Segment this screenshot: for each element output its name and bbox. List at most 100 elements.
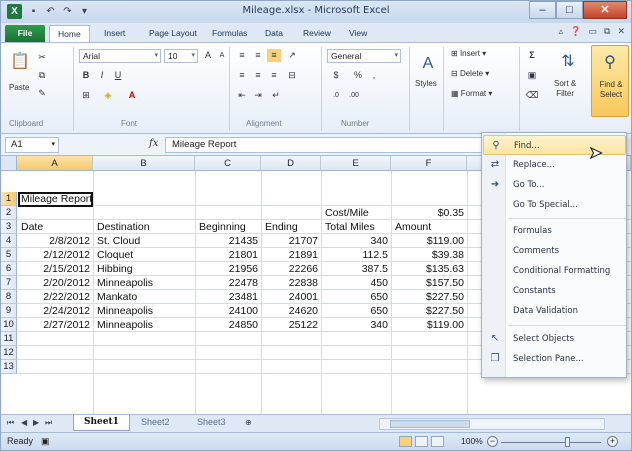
autosum-icon[interactable]: Σ (525, 49, 539, 62)
sort-filter-button[interactable]: Sort & Filter (554, 79, 576, 99)
last-sheet-icon[interactable]: ⏭ (45, 418, 52, 428)
maximize-button[interactable]: □ (556, 1, 583, 19)
align-bottom-icon[interactable]: ≡ (267, 49, 281, 62)
table-cell[interactable]: 112.5 (322, 248, 391, 262)
align-top-icon[interactable]: ≡ (235, 49, 249, 62)
bold-icon[interactable]: B (79, 69, 93, 82)
percent-icon[interactable]: % (351, 69, 365, 82)
name-box[interactable]: A1 ▾ (5, 137, 59, 153)
header-date[interactable]: Date (18, 220, 43, 234)
table-cell[interactable]: 2/8/2012 (18, 234, 93, 248)
styles-button[interactable]: Styles (415, 79, 437, 88)
row-header-6[interactable]: 6 (1, 262, 17, 276)
tab-file[interactable]: File (5, 25, 45, 42)
comma-style-icon[interactable]: , (367, 69, 381, 82)
zoom-slider-knob[interactable] (565, 437, 570, 447)
sort-filter-icon[interactable]: ⇅ (557, 51, 579, 73)
header-ending[interactable]: Ending (262, 220, 298, 234)
column-header-a[interactable]: A (17, 156, 93, 171)
row-header-5[interactable]: 5 (1, 248, 17, 262)
menu-item-find[interactable]: ⚲ Find... (483, 135, 626, 155)
table-cell[interactable]: 21435 (196, 234, 261, 248)
table-cell[interactable]: $119.00 (392, 234, 467, 248)
page-break-view-icon[interactable] (431, 436, 444, 447)
currency-icon[interactable]: $ (329, 69, 343, 82)
macro-record-icon[interactable]: ▣ (41, 436, 50, 447)
next-sheet-icon[interactable]: ▶ (33, 418, 39, 427)
borders-icon[interactable]: ⊞ (79, 89, 93, 102)
table-cell[interactable]: St. Cloud (94, 234, 140, 248)
column-header-b[interactable]: B (93, 156, 195, 171)
column-header-f[interactable]: F (391, 156, 467, 171)
table-cell[interactable]: 25122 (262, 318, 321, 332)
horizontal-scrollbar[interactable] (379, 418, 605, 430)
menu-item-formulas[interactable]: Formulas (483, 221, 626, 241)
table-cell[interactable]: $227.50 (392, 304, 467, 318)
column-header-e[interactable]: E (321, 156, 391, 171)
page-layout-view-icon[interactable] (415, 436, 428, 447)
align-center-icon[interactable]: ≡ (251, 69, 265, 82)
table-cell[interactable]: 650 (322, 290, 391, 304)
table-cell[interactable]: Mankato (94, 290, 137, 304)
close-button[interactable]: ✕ (583, 1, 627, 19)
sheet-tab-sheet3[interactable]: Sheet3 (187, 415, 236, 431)
table-cell[interactable]: 24620 (262, 304, 321, 318)
copy-icon[interactable]: ⧉ (35, 69, 49, 82)
table-cell[interactable]: 387.5 (322, 262, 391, 276)
tab-insert[interactable]: Insert (96, 25, 133, 42)
tab-formulas[interactable]: Formulas (204, 25, 255, 42)
fill-color-icon[interactable]: ◈ (101, 89, 115, 102)
insert-sheet-icon[interactable]: ⊕ (245, 418, 252, 427)
fill-icon[interactable]: ▣ (525, 69, 539, 82)
cell-e2-cost-label[interactable]: Cost/Mile (322, 206, 369, 220)
underline-icon[interactable]: U (111, 69, 125, 82)
table-cell[interactable]: 21956 (196, 262, 261, 276)
wrap-text-icon[interactable]: ↵ (269, 89, 283, 102)
zoom-in-icon[interactable]: + (607, 436, 618, 447)
header-destination[interactable]: Destination (94, 220, 150, 234)
prev-sheet-icon[interactable]: ◀ (21, 418, 27, 427)
clear-icon[interactable]: ⌫ (525, 89, 539, 102)
minimize-button[interactable]: – (529, 1, 556, 19)
row-header-9[interactable]: 9 (1, 304, 17, 318)
styles-icon[interactable]: A (417, 53, 439, 75)
increase-decimal-icon[interactable]: .0 (329, 89, 343, 102)
table-cell[interactable]: 2/15/2012 (18, 262, 93, 276)
menu-item-conditional-formatting[interactable]: Conditional Formatting (483, 261, 626, 281)
table-cell[interactable]: 2/12/2012 (18, 248, 93, 262)
paste-icon[interactable]: 📋 (9, 51, 31, 73)
table-cell[interactable]: Hibbing (94, 262, 133, 276)
table-cell[interactable]: 650 (322, 304, 391, 318)
row-header-3[interactable]: 3 (1, 220, 17, 234)
zoom-slider[interactable] (501, 442, 601, 443)
header-beginning[interactable]: Beginning (196, 220, 246, 234)
table-cell[interactable]: 24001 (262, 290, 321, 304)
align-left-icon[interactable]: ≡ (235, 69, 249, 82)
scroll-thumb[interactable] (390, 420, 470, 428)
paste-button[interactable]: Paste (9, 83, 29, 92)
cut-icon[interactable]: ✂ (35, 51, 49, 64)
row-header-10[interactable]: 10 (1, 318, 17, 332)
insert-function-icon[interactable]: fx (149, 138, 158, 149)
sheet-tab-sheet2[interactable]: Sheet2 (131, 415, 180, 431)
table-cell[interactable]: 24850 (196, 318, 261, 332)
row-header-8[interactable]: 8 (1, 290, 17, 304)
menu-item-selection-pane[interactable]: ❐ Selection Pane... (483, 349, 626, 369)
row-header-12[interactable]: 12 (1, 346, 17, 360)
row-header-4[interactable]: 4 (1, 234, 17, 248)
table-cell[interactable]: 24100 (196, 304, 261, 318)
table-cell[interactable]: 450 (322, 276, 391, 290)
decrease-indent-icon[interactable]: ⇤ (235, 89, 249, 102)
shrink-font-icon[interactable]: A (215, 49, 229, 62)
tab-home[interactable]: Home (49, 25, 90, 42)
table-cell[interactable]: 22838 (262, 276, 321, 290)
doc-restore-icon[interactable]: ⧉ (604, 26, 610, 37)
find-select-button[interactable]: ⚲ Find & Select (591, 45, 629, 117)
table-cell[interactable]: $119.00 (392, 318, 467, 332)
grow-font-icon[interactable]: A (201, 49, 215, 62)
format-cells-button[interactable]: ▦ Format ▾ (451, 89, 492, 98)
tab-data[interactable]: Data (257, 25, 291, 42)
table-cell[interactable]: 2/24/2012 (18, 304, 93, 318)
header-total-miles[interactable]: Total Miles (322, 220, 375, 234)
table-cell[interactable]: 2/27/2012 (18, 318, 93, 332)
